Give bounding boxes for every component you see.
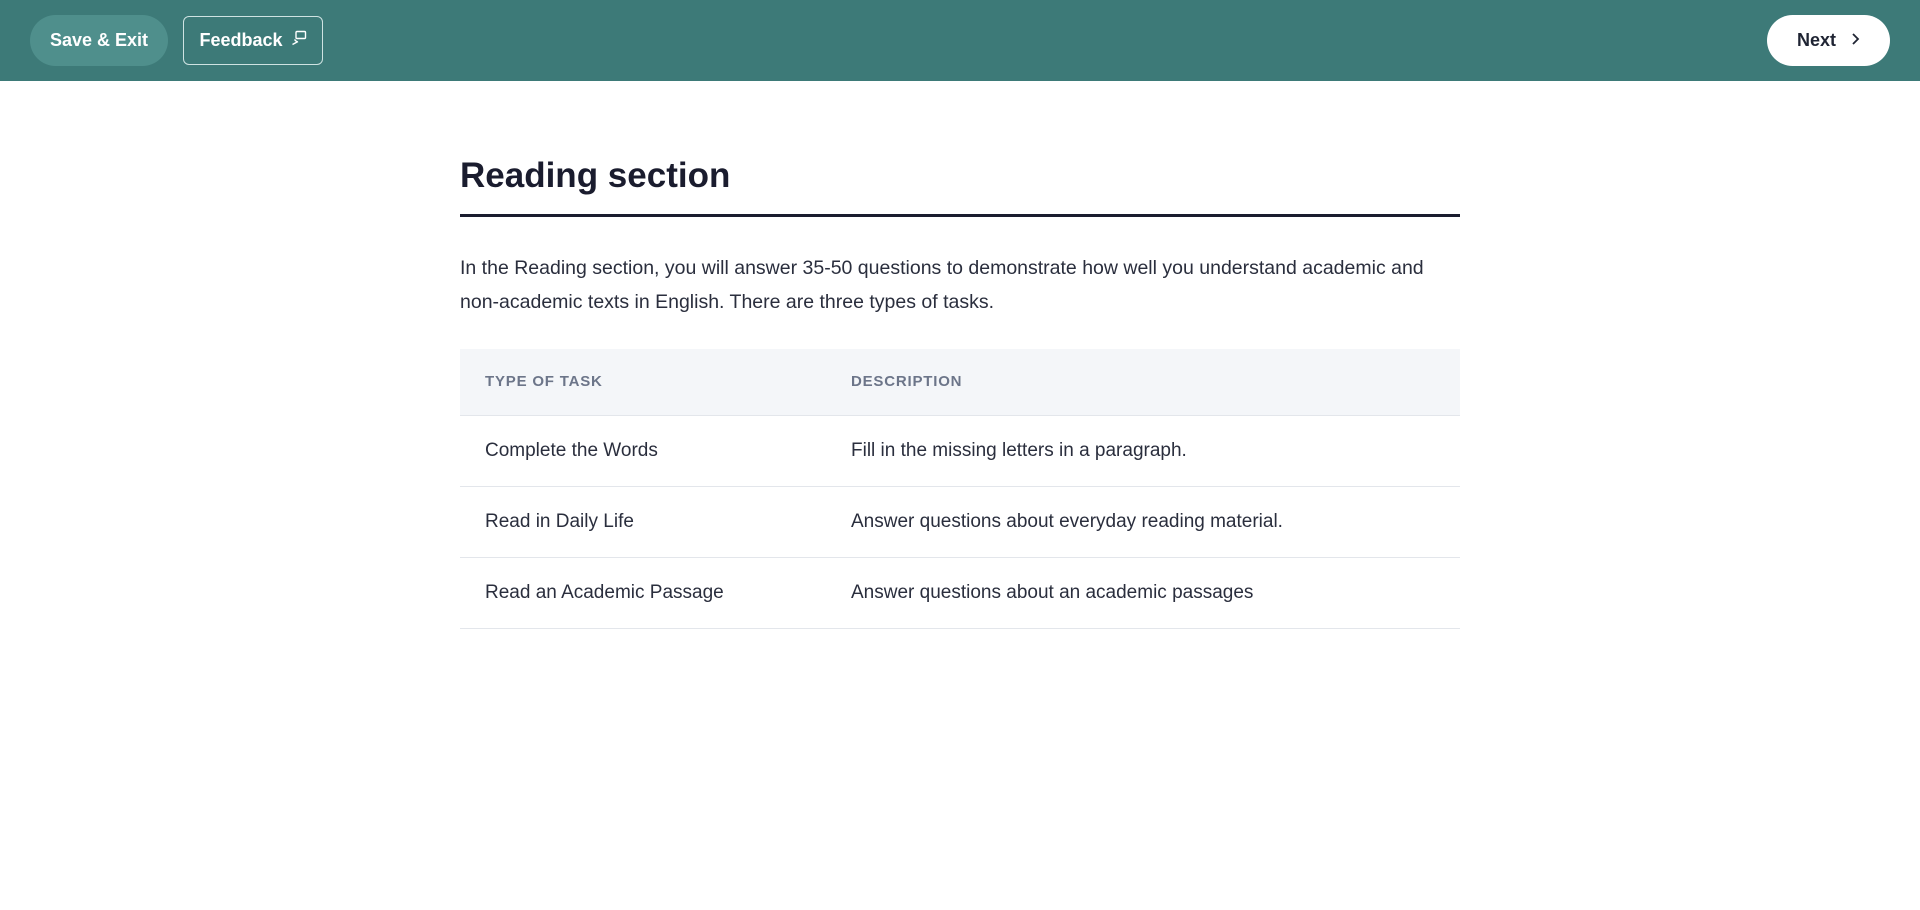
feedback-label: Feedback: [199, 30, 283, 50]
task-type-cell: Read an Academic Passage: [460, 557, 826, 629]
table-row: Complete the Words Fill in the missing l…: [460, 415, 1460, 487]
task-description-cell: Answer questions about everyday reading …: [826, 486, 1460, 558]
task-description-cell: Answer questions about an academic passa…: [826, 557, 1460, 629]
save-exit-label: Save & Exit: [49, 30, 149, 50]
next-label: Next: [1796, 30, 1836, 50]
task-table: TYPE OF TASK DESCRIPTION Complete the Wo…: [460, 348, 1460, 629]
save-exit-button[interactable]: Save & Exit: [30, 15, 168, 66]
table-row: Read an Academic Passage Answer question…: [460, 557, 1460, 629]
task-type-cell: Complete the Words: [460, 415, 826, 487]
table-row: Read in Daily Life Answer questions abou…: [460, 486, 1460, 558]
section-intro: In the Reading section, you will answer …: [460, 256, 1424, 313]
header-type-of-task: TYPE OF TASK: [460, 348, 826, 416]
task-type-cell: Read in Daily Life: [460, 486, 826, 558]
feedback-button[interactable]: Feedback: [183, 16, 323, 65]
next-button[interactable]: Next: [1767, 15, 1890, 66]
table-header-row: TYPE OF TASK DESCRIPTION: [460, 348, 1460, 416]
header-description: DESCRIPTION: [826, 348, 1460, 416]
page-title: Reading section: [460, 156, 1460, 217]
feedback-icon: [291, 30, 307, 51]
top-bar: Save & Exit Feedback Next: [0, 0, 1920, 81]
task-description-cell: Fill in the missing letters in a paragra…: [826, 415, 1460, 487]
chevron-right-icon: [1850, 30, 1860, 51]
main-content: Reading section In the Reading section, …: [460, 81, 1460, 629]
